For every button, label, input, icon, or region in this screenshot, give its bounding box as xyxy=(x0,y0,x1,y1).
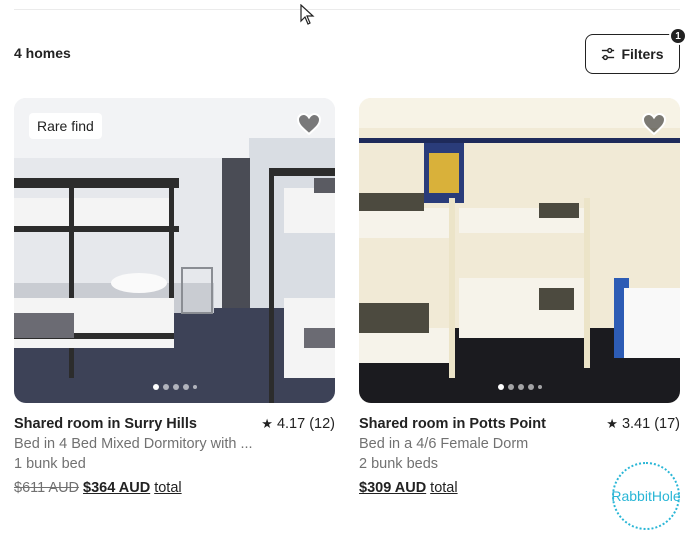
pagination-dot[interactable] xyxy=(497,384,504,390)
listing-photo[interactable] xyxy=(359,98,680,403)
filters-button[interactable]: Filters 1 xyxy=(585,27,687,74)
pagination-dot[interactable] xyxy=(517,384,524,390)
price-row[interactable]: $611 AUD $364 AUD total xyxy=(14,480,335,496)
pagination-dot[interactable] xyxy=(172,384,179,390)
star-icon: ★ xyxy=(606,416,618,431)
listing-subtitle: Bed in 4 Bed Mixed Dormitory with ... xyxy=(14,436,253,452)
pagination-dot[interactable] xyxy=(192,385,197,389)
discounted-price: $364 AUD xyxy=(83,480,151,496)
rating-value: 3.41 (17) xyxy=(621,416,680,432)
room-photo-image xyxy=(359,98,680,403)
host-logo: RabbitHole xyxy=(611,462,681,530)
filters-count-badge: 1 xyxy=(669,27,687,45)
original-price: $611 AUD xyxy=(14,480,80,496)
listing-card[interactable]: Rare find Shared room in Surry Hills ★ 4… xyxy=(14,98,335,496)
heart-icon[interactable] xyxy=(642,113,666,135)
pagination-dot[interactable] xyxy=(162,384,169,390)
pagination-dot[interactable] xyxy=(182,384,189,390)
photo-pagination xyxy=(497,384,542,390)
pagination-dot[interactable] xyxy=(537,385,542,389)
listing-card[interactable]: Shared room in Potts Point ★ 3.41 (17) B… xyxy=(359,98,681,530)
pagination-dot[interactable] xyxy=(152,384,159,390)
rating-value: 4.17 (12) xyxy=(276,416,335,432)
results-count: 4 homes xyxy=(14,45,71,61)
sliders-icon xyxy=(602,47,615,61)
photo-pagination xyxy=(152,384,197,390)
mouse-cursor-icon xyxy=(300,4,315,25)
filters-label: Filters xyxy=(621,46,664,62)
listing-beds: 1 bunk bed xyxy=(14,456,86,472)
star-icon: ★ xyxy=(261,416,273,431)
price-total-label: total xyxy=(154,480,182,496)
listing-price: $309 AUD xyxy=(359,480,427,496)
listing-title: Shared room in Potts Point xyxy=(359,416,546,432)
rare-find-badge: Rare find xyxy=(29,113,102,139)
price-total-label: total xyxy=(430,480,458,496)
listing-photo[interactable]: Rare find xyxy=(14,98,335,403)
top-divider xyxy=(14,9,680,10)
room-photo-image xyxy=(14,98,335,403)
pagination-dot[interactable] xyxy=(507,384,514,390)
listing-rating: ★ 3.41 (17) xyxy=(606,416,680,432)
listing-rating: ★ 4.17 (12) xyxy=(261,416,335,432)
listing-title: Shared room in Surry Hills xyxy=(14,416,197,432)
pagination-dot[interactable] xyxy=(527,384,534,390)
heart-icon[interactable] xyxy=(297,113,321,135)
listing-subtitle: Bed in a 4/6 Female Dorm xyxy=(359,436,529,452)
